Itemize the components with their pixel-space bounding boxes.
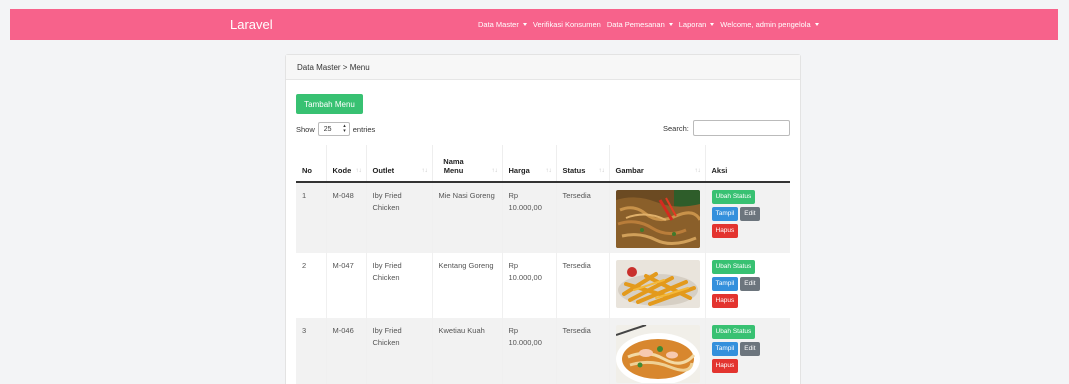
nav-verifikasi-konsumen[interactable]: Verifikasi Konsumen: [533, 20, 601, 29]
nav-data-pemesanan[interactable]: Data Pemesanan: [607, 20, 673, 29]
cell-aksi: Ubah Status Tampil Edit Hapus: [705, 253, 790, 318]
edit-button[interactable]: Edit: [740, 277, 760, 291]
noodle-soup-image: [615, 325, 700, 383]
cell-kode: M-046: [326, 318, 367, 384]
cell-gambar: [609, 318, 706, 384]
entries-value: 25: [323, 125, 332, 133]
cell-harga: Rp 10.000,00: [502, 182, 557, 253]
sort-icon: ↑↓: [694, 168, 701, 174]
change-status-button[interactable]: Ubah Status: [711, 190, 756, 204]
show-button[interactable]: Tampil: [711, 342, 739, 356]
cell-status: Tersedia: [556, 182, 610, 253]
cell-kode: M-047: [326, 253, 367, 318]
cell-aksi: Ubah Status Tampil Edit Hapus: [705, 182, 790, 253]
sort-icon: ↑↓: [421, 168, 428, 174]
entries-select[interactable]: 25 ▴ ▾: [317, 122, 350, 136]
cell-kode: M-048: [326, 182, 367, 253]
header-label: Harga: [508, 166, 530, 175]
nav-user-menu[interactable]: Welcome, admin pengelola: [720, 20, 819, 29]
header-label: No: [302, 166, 312, 175]
col-aksi: Aksi: [705, 145, 790, 183]
sort-icon: ↑↓: [491, 168, 498, 174]
fried-noodles-image: [615, 190, 700, 248]
col-nama-menu[interactable]: Nama Menu ↑↓: [432, 145, 503, 183]
header-label: Aksi: [711, 166, 728, 175]
cell-nama: Kentang Goreng: [432, 253, 503, 318]
table-header-row: No Kode ↑↓ Outlet ↑↓ Nama Menu ↑↓ Harga ↑↓ S…: [296, 145, 790, 183]
cell-gambar: [609, 182, 706, 253]
change-status-button[interactable]: Ubah Status: [711, 260, 756, 274]
navbar-brand[interactable]: Laravel: [230, 17, 273, 32]
cell-harga: Rp 10.000,00: [502, 253, 557, 318]
table-row: 2 M-047 Iby Fried Chicken Kentang Goreng…: [296, 253, 790, 318]
caret-down-icon: [668, 23, 673, 26]
edit-button[interactable]: Edit: [740, 342, 760, 356]
show-label: Show: [296, 124, 315, 134]
french-fries-image: [615, 260, 700, 308]
length-control: Show 25 ▴ ▾ entries: [296, 122, 375, 136]
caret-down-icon: [522, 23, 527, 26]
cell-outlet: Iby Fried Chicken: [366, 253, 433, 318]
show-button[interactable]: Tampil: [711, 207, 739, 221]
cell-nama: Kwetiau Kuah: [432, 318, 503, 384]
nav-label: Welcome, admin pengelola: [720, 20, 811, 29]
nav-label: Data Pemesanan: [606, 20, 665, 29]
delete-button[interactable]: Hapus: [711, 359, 739, 373]
edit-button[interactable]: Edit: [740, 207, 760, 221]
breadcrumb: Data Master > Menu: [286, 55, 800, 80]
navbar-menu: Data Master Verifikasi Konsumen Data Pem…: [478, 9, 819, 40]
header-label: Outlet: [372, 166, 395, 175]
cell-status: Tersedia: [556, 318, 610, 384]
col-harga[interactable]: Harga ↑↓: [502, 145, 557, 183]
cell-status: Tersedia: [556, 253, 610, 318]
delete-button[interactable]: Hapus: [711, 294, 739, 308]
sort-icon: ↑↓: [545, 168, 552, 174]
cell-nama: Mie Nasi Goreng: [432, 182, 503, 253]
search-label: Search:: [663, 123, 689, 133]
change-status-button[interactable]: Ubah Status: [711, 325, 756, 339]
nav-data-master[interactable]: Data Master: [478, 20, 527, 29]
cell-aksi: Ubah Status Tampil Edit Hapus: [705, 318, 790, 384]
entries-label: entries: [352, 124, 376, 134]
nav-label: Data Master: [478, 20, 519, 29]
caret-down-icon: [710, 23, 715, 26]
header-label: Kode: [332, 166, 352, 175]
search-control: Search:: [663, 120, 790, 136]
col-kode[interactable]: Kode ↑↓: [326, 145, 367, 183]
select-arrows-icon: ▴ ▾: [343, 123, 346, 134]
delete-button[interactable]: Hapus: [711, 224, 739, 238]
col-gambar[interactable]: Gambar ↑↓: [609, 145, 706, 183]
sort-icon: ↑↓: [355, 168, 362, 174]
table-row: 3 M-046 Iby Fried Chicken Kwetiau Kuah R…: [296, 318, 790, 384]
sort-icon: ↑↓: [598, 168, 605, 174]
cell-harga: Rp 10.000,00: [502, 318, 557, 384]
show-button[interactable]: Tampil: [711, 277, 739, 291]
cell-gambar: [609, 253, 706, 318]
col-outlet[interactable]: Outlet ↑↓: [366, 145, 433, 183]
search-input[interactable]: [692, 120, 790, 136]
menu-card: Data Master > Menu Tambah Menu Show 25 ▴…: [285, 54, 801, 384]
cell-no: 3: [296, 318, 327, 384]
header-label: Gambar: [615, 166, 644, 175]
col-no[interactable]: No: [296, 145, 327, 183]
header-label: Status: [562, 166, 586, 175]
caret-down-icon: [814, 23, 819, 26]
cell-no: 2: [296, 253, 327, 318]
table-row: 1 M-048 Iby Fried Chicken Mie Nasi Goren…: [296, 182, 790, 253]
add-menu-button[interactable]: Tambah Menu: [296, 94, 363, 114]
nav-laporan[interactable]: Laporan: [679, 20, 715, 29]
cell-no: 1: [296, 182, 327, 253]
nav-label: Laporan: [678, 20, 707, 29]
cell-outlet: Iby Fried Chicken: [366, 182, 433, 253]
menu-table: No Kode ↑↓ Outlet ↑↓ Nama Menu ↑↓ Harga ↑↓ S…: [296, 145, 790, 384]
top-navbar: Laravel Data Master Verifikasi Konsumen …: [10, 9, 1058, 40]
col-status[interactable]: Status ↑↓: [556, 145, 610, 183]
cell-outlet: Iby Fried Chicken: [366, 318, 433, 384]
nav-label: Verifikasi Konsumen: [532, 20, 601, 29]
header-label: Nama Menu: [443, 157, 464, 175]
